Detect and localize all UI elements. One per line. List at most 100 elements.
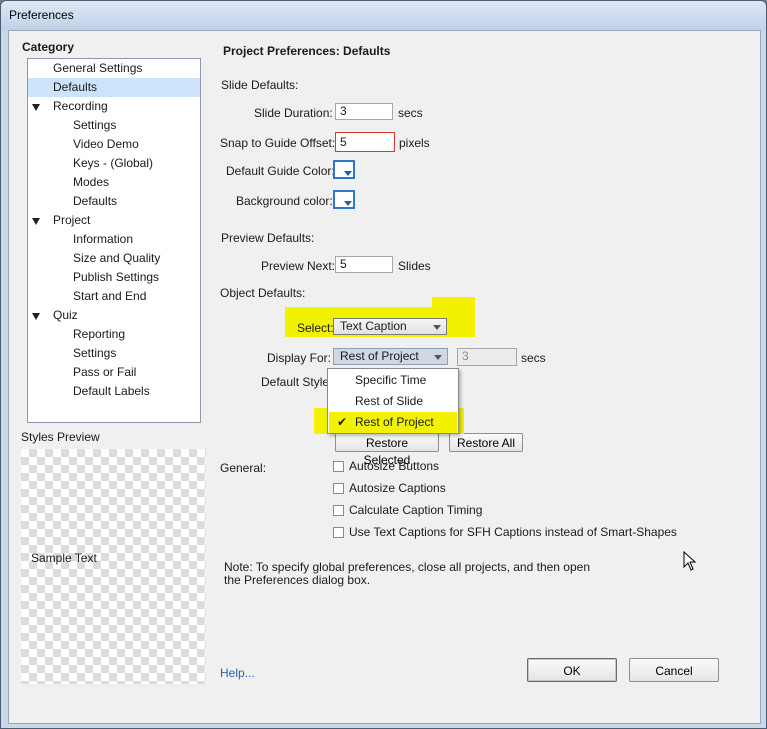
object-defaults-heading: Object Defaults: <box>220 286 306 300</box>
tree-item-label: Default Labels <box>73 384 150 398</box>
dropdown-option-rest-of-slide[interactable]: Rest of Slide <box>329 391 457 412</box>
object-type-select-value: Text Caption <box>340 319 407 333</box>
select-highlight-tab <box>432 297 475 309</box>
cancel-button[interactable]: Cancel <box>629 658 719 682</box>
help-link[interactable]: Help... <box>220 666 255 680</box>
collapse-arrow-icon[interactable] <box>32 104 40 111</box>
tree-item-label: General Settings <box>53 61 143 75</box>
slide-duration-unit: secs <box>398 106 423 120</box>
tree-item-label: Information <box>73 232 134 246</box>
tree-item-default-labels[interactable]: Default Labels <box>28 382 200 401</box>
display-for-secs-unit: secs <box>521 351 546 365</box>
tree-item-keys-global[interactable]: Keys - (Global) <box>28 154 200 173</box>
tree-item-quiz-settings[interactable]: Settings <box>28 344 200 363</box>
preview-next-unit: Slides <box>398 259 431 273</box>
tree-item-start-and-end[interactable]: Start and End <box>28 287 200 306</box>
tree-item-label: Video Demo <box>73 137 139 151</box>
calculate-caption-timing-label: Calculate Caption Timing <box>349 503 483 517</box>
window-title: Preferences <box>9 8 74 22</box>
preview-defaults-heading: Preview Defaults: <box>221 231 315 245</box>
option-label: Specific Time <box>355 373 427 387</box>
tree-item-label: Pass or Fail <box>73 365 137 379</box>
tree-item-modes[interactable]: Modes <box>28 173 200 192</box>
select-label: Select: <box>297 321 334 335</box>
mouse-cursor-icon <box>683 551 697 571</box>
slide-duration-label: Slide Duration: <box>254 106 333 120</box>
display-for-label: Display For: <box>267 351 332 365</box>
autosize-captions-checkbox[interactable] <box>333 483 344 494</box>
snap-offset-label: Snap to Guide Offset: <box>220 136 336 150</box>
tree-item-label: Modes <box>73 175 110 189</box>
object-type-select[interactable]: Text Caption <box>333 318 447 335</box>
tree-item-publish-settings[interactable]: Publish Settings <box>28 268 200 287</box>
category-tree: General Settings Defaults Recording Sett… <box>27 58 201 423</box>
tree-item-label: Publish Settings <box>73 270 160 284</box>
restore-all-button[interactable]: Restore All <box>449 433 523 452</box>
styles-preview-area: Sample Text <box>21 449 206 684</box>
collapse-arrow-icon[interactable] <box>32 313 40 320</box>
guide-color-picker[interactable] <box>333 160 355 179</box>
dropdown-triangle-icon <box>344 201 352 206</box>
preview-next-label: Preview Next: <box>261 259 336 273</box>
autosize-captions-label: Autosize Captions <box>349 481 446 495</box>
collapse-arrow-icon[interactable] <box>32 218 40 225</box>
tree-item-recording[interactable]: Recording <box>28 97 200 116</box>
option-label: Rest of Slide <box>355 394 424 408</box>
restore-selected-button[interactable]: Restore Selected <box>335 433 439 467</box>
sample-text: Sample Text <box>31 551 97 565</box>
tree-item-pass-or-fail[interactable]: Pass or Fail <box>28 363 200 382</box>
tree-item-label: Recording <box>53 99 108 113</box>
tree-item-recording-defaults[interactable]: Defaults <box>28 192 200 211</box>
tree-item-quiz[interactable]: Quiz <box>28 306 200 325</box>
snap-offset-input[interactable]: 5 <box>335 132 395 152</box>
dropdown-option-rest-of-project[interactable]: ✔ Rest of Project <box>329 412 457 433</box>
preferences-window: Preferences Category General Settings De… <box>0 0 767 729</box>
styles-preview-heading: Styles Preview <box>21 430 100 444</box>
slide-duration-input[interactable]: 3 <box>335 103 393 120</box>
tree-item-general-settings[interactable]: General Settings <box>28 59 200 78</box>
snap-offset-unit: pixels <box>399 136 430 150</box>
slide-defaults-heading: Slide Defaults: <box>221 78 299 92</box>
calculate-caption-timing-checkbox[interactable] <box>333 505 344 516</box>
tree-item-label: Defaults <box>53 80 98 94</box>
tree-item-label: Settings <box>73 118 117 132</box>
guide-color-label: Default Guide Color: <box>226 164 335 178</box>
background-color-label: Background color: <box>236 194 333 208</box>
sfh-captions-checkbox[interactable] <box>333 527 344 538</box>
autosize-buttons-checkbox[interactable] <box>333 461 344 472</box>
display-for-select[interactable]: Rest of Project <box>333 348 448 365</box>
tree-item-information[interactable]: Information <box>28 230 200 249</box>
note-line-2: the Preferences dialog box. <box>224 573 371 587</box>
general-heading: General: <box>220 461 267 475</box>
chevron-down-icon <box>434 355 442 360</box>
tree-item-label: Keys - (Global) <box>73 156 154 170</box>
tree-item-reporting[interactable]: Reporting <box>28 325 200 344</box>
autosize-buttons-label: Autosize Buttons <box>349 459 440 473</box>
display-for-secs-input[interactable]: 3 <box>457 348 517 366</box>
dropdown-triangle-icon <box>344 171 352 176</box>
tree-item-defaults[interactable]: Defaults <box>28 78 200 97</box>
background-color-picker[interactable] <box>333 190 355 209</box>
tree-item-video-demo[interactable]: Video Demo <box>28 135 200 154</box>
checkmark-icon: ✔ <box>337 415 348 429</box>
category-heading: Category <box>22 40 75 54</box>
tree-item-label: Project <box>53 213 91 227</box>
tree-item-label: Settings <box>73 346 117 360</box>
default-style-label: Default Style: <box>261 375 333 389</box>
note-line-1: Note: To specify global preferences, clo… <box>224 560 590 574</box>
display-for-dropdown-list: Specific Time Rest of Slide ✔ Rest of Pr… <box>327 368 459 434</box>
tree-item-project[interactable]: Project <box>28 211 200 230</box>
tree-item-size-and-quality[interactable]: Size and Quality <box>28 249 200 268</box>
chevron-down-icon <box>433 325 441 330</box>
tree-item-label: Reporting <box>73 327 126 341</box>
title-bar[interactable]: Preferences <box>1 1 766 30</box>
tree-item-label: Start and End <box>73 289 147 303</box>
display-for-select-value: Rest of Project <box>340 349 419 363</box>
tree-item-recording-settings[interactable]: Settings <box>28 116 200 135</box>
dropdown-option-specific-time[interactable]: Specific Time <box>329 370 457 391</box>
option-label: Rest of Project <box>355 415 434 429</box>
tree-item-label: Size and Quality <box>73 251 161 265</box>
ok-button[interactable]: OK <box>527 658 617 682</box>
dialog-client-area: Category General Settings Defaults Recor… <box>8 30 761 724</box>
preview-next-input[interactable]: 5 <box>335 256 393 273</box>
